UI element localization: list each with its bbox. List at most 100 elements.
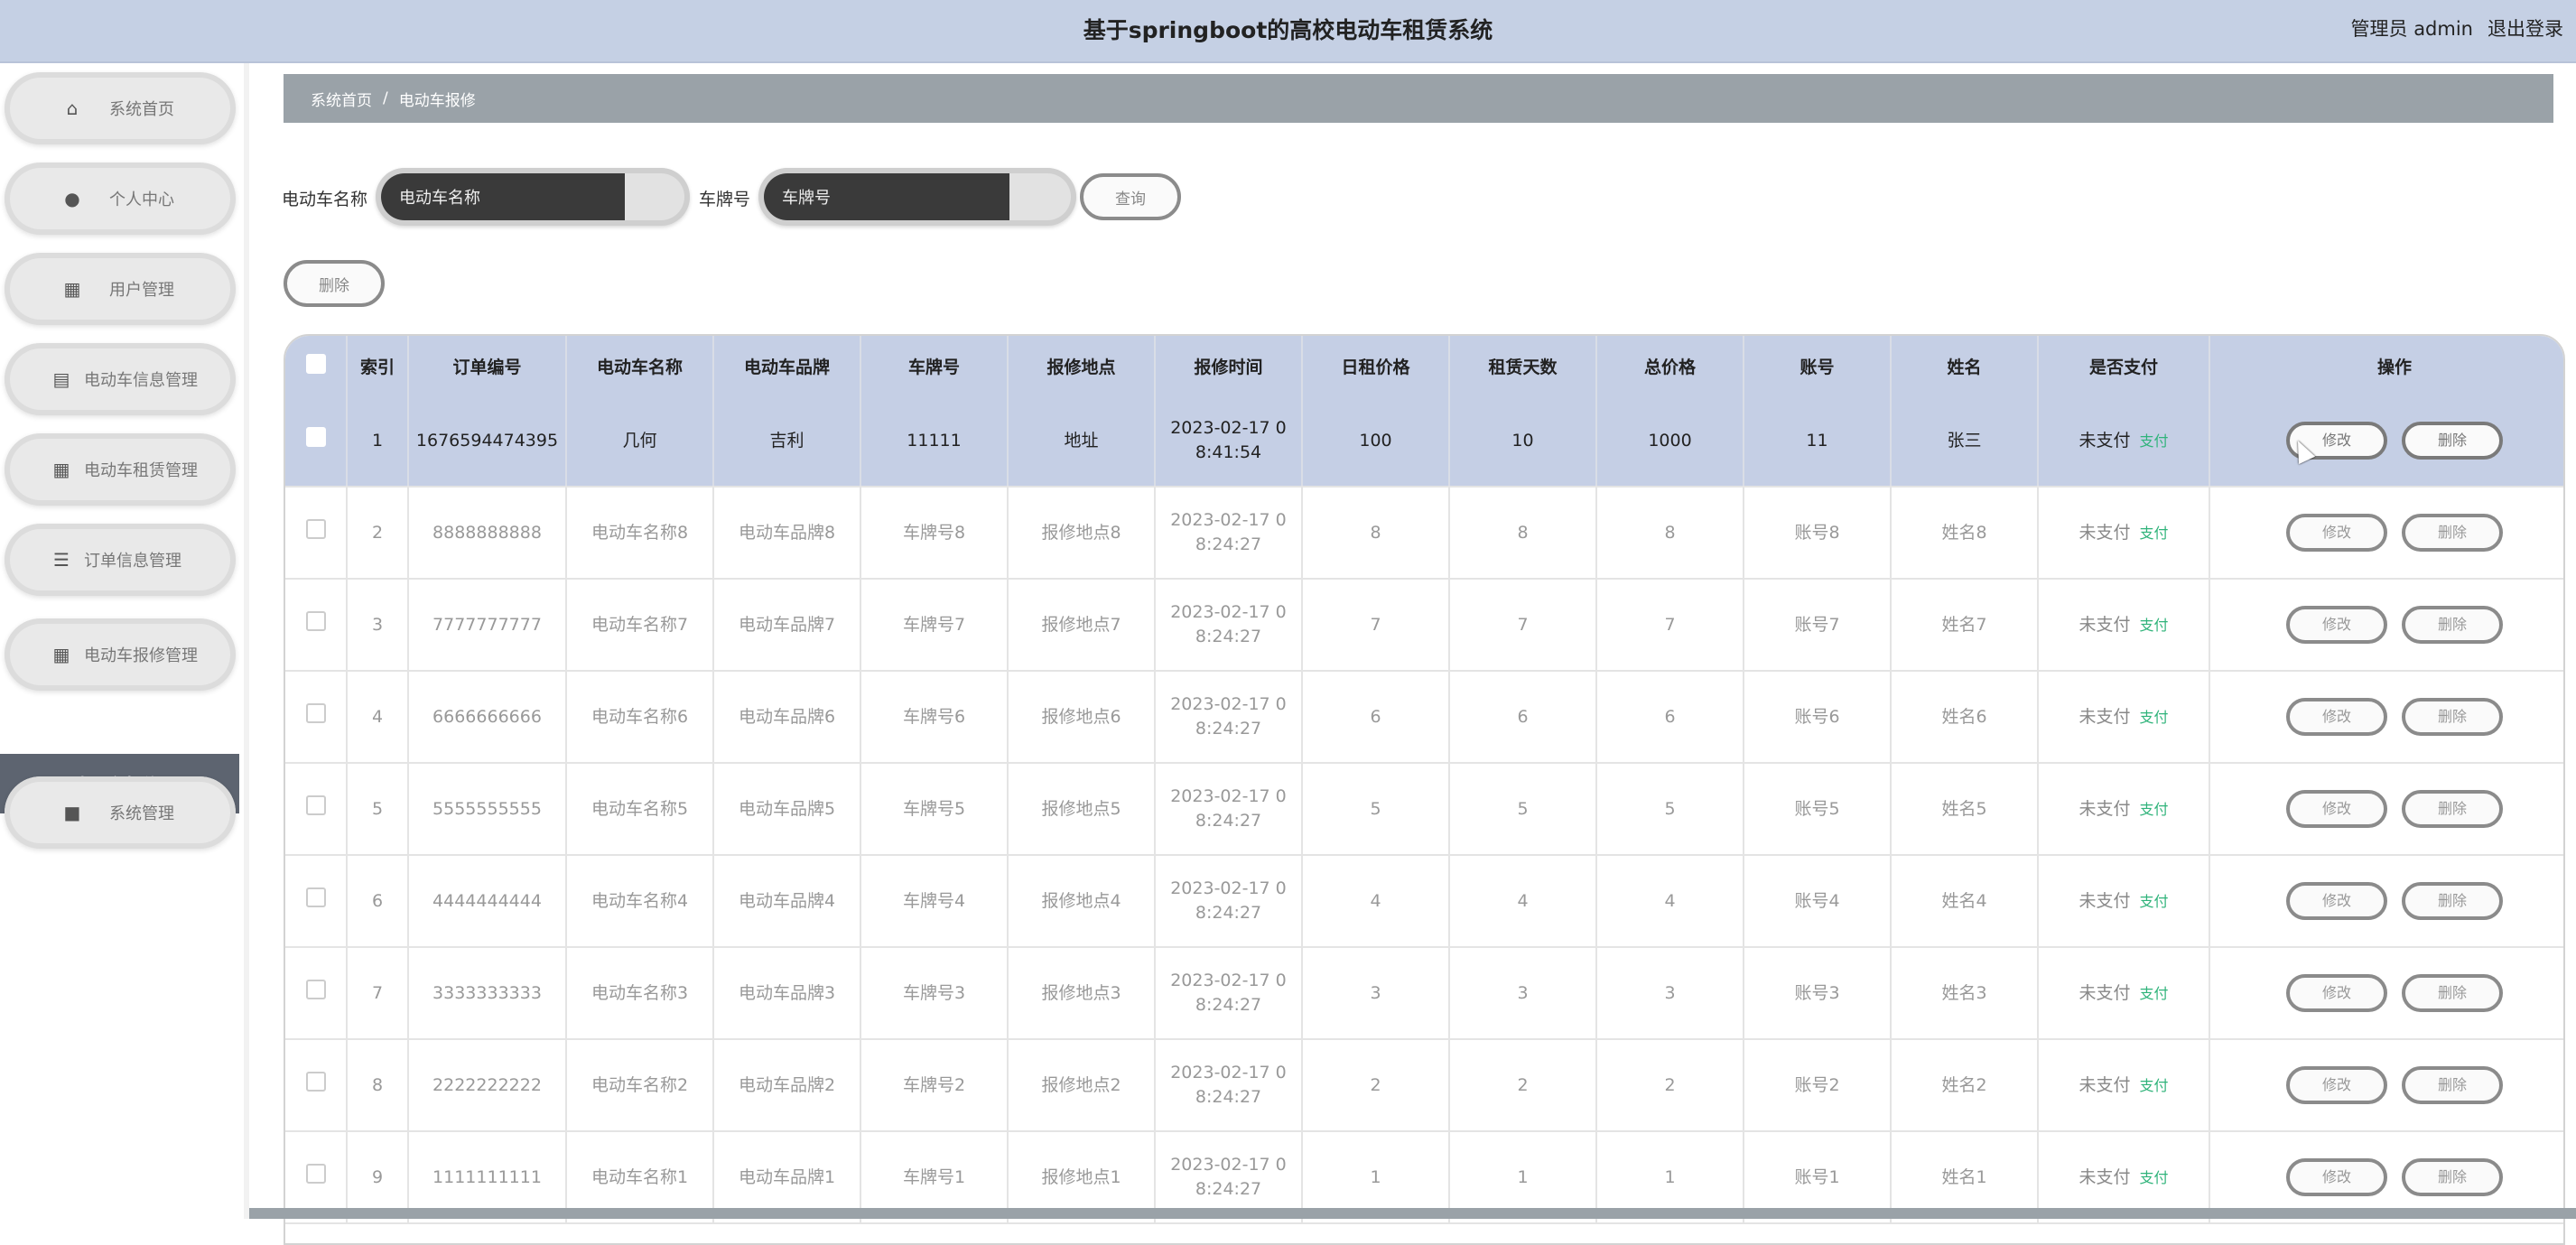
- app-title: 基于springboot的高校电动车租赁系统: [1083, 17, 1493, 43]
- edit-button[interactable]: 修改: [2286, 698, 2387, 736]
- table-row[interactable]: 1 1676594474395 几何 吉利 11111 地址 2023-02-17 0 8:4…: [285, 395, 2563, 488]
- delete-button[interactable]: 删除: [2402, 606, 2503, 644]
- edit-button[interactable]: 修改: [2286, 790, 2387, 828]
- cell-payment: 未支付 支付: [2038, 395, 2210, 488]
- cell-person: 姓名4: [1891, 855, 2039, 948]
- edit-button[interactable]: 修改: [2286, 514, 2387, 552]
- edit-button[interactable]: 修改: [2286, 1158, 2387, 1196]
- row-select-cell[interactable]: [285, 1039, 348, 1132]
- delete-button[interactable]: 删除: [2402, 698, 2503, 736]
- cell-repair-time: 2023-02-17 0 8:41:54: [1155, 395, 1303, 488]
- delete-button[interactable]: 删除: [2402, 882, 2503, 920]
- cell-actions: 修改 删除: [2209, 487, 2563, 580]
- select-all-cell[interactable]: [285, 336, 348, 395]
- row-select-cell[interactable]: [285, 947, 348, 1040]
- sidebar-item-system[interactable]: ■ 系统管理: [5, 776, 236, 849]
- sidebar-item-orders[interactable]: ☰ 订单信息管理: [5, 524, 236, 596]
- logout-link[interactable]: 退出登录: [2488, 14, 2563, 42]
- edit-button[interactable]: 修改: [2286, 1066, 2387, 1104]
- delete-button[interactable]: 删除: [2402, 790, 2503, 828]
- row-checkbox[interactable]: [305, 1164, 326, 1185]
- row-select-cell[interactable]: [285, 579, 348, 672]
- pay-link[interactable]: 支付: [2140, 432, 2169, 450]
- table-row[interactable]: 6 4444444444 电动车名称4 电动车品牌4 车牌号4 报修地点4 2023-02-…: [285, 855, 2563, 948]
- row-checkbox[interactable]: [305, 980, 326, 1000]
- cell-location: 报修地点6: [1008, 671, 1156, 764]
- breadcrumb-home[interactable]: 系统首页: [311, 88, 372, 110]
- row-select-cell[interactable]: [285, 671, 348, 764]
- sidebar-item-ev-info[interactable]: ▤ 电动车信息管理: [5, 343, 236, 415]
- row-checkbox[interactable]: [305, 1072, 326, 1092]
- delete-button[interactable]: 删除: [2402, 514, 2503, 552]
- table-row[interactable]: 2 8888888888 电动车名称8 电动车品牌8 车牌号8 报修地点8 2023-02-…: [285, 487, 2563, 580]
- sidebar-item-ev-repair[interactable]: ▦ 电动车报修管理: [5, 618, 236, 691]
- row-select-cell[interactable]: [285, 487, 348, 580]
- table-row[interactable]: 7 3333333333 电动车名称3 电动车品牌3 车牌号3 报修地点3 2023-02-…: [285, 947, 2563, 1040]
- row-checkbox[interactable]: [305, 611, 326, 632]
- bottom-scrollbar[interactable]: [249, 1208, 2576, 1219]
- cell-plate: 车牌号2: [860, 1039, 1009, 1132]
- sidebar-item-profile[interactable]: ● 个人中心: [5, 163, 236, 235]
- sidebar-item-home[interactable]: ⌂ 系统首页: [5, 72, 236, 144]
- cell-name: 电动车名称6: [566, 671, 714, 764]
- sidebar-item-label: 订单信息管理: [84, 552, 181, 571]
- delete-button[interactable]: 删除: [2402, 422, 2503, 460]
- row-checkbox[interactable]: [305, 795, 326, 816]
- pay-link[interactable]: 支付: [2140, 709, 2169, 726]
- cell-name: 电动车名称3: [566, 947, 714, 1040]
- pay-link[interactable]: 支付: [2140, 1169, 2169, 1186]
- edit-button[interactable]: 修改: [2286, 882, 2387, 920]
- plate-search-input[interactable]: 车牌号: [764, 173, 1009, 220]
- delete-button[interactable]: 删除: [2402, 974, 2503, 1012]
- row-select-cell[interactable]: [285, 855, 348, 948]
- cell-person: 张三: [1891, 395, 2039, 488]
- name-search-field[interactable]: 电动车名称: [376, 168, 690, 226]
- table-row[interactable]: 8 2222222222 电动车名称2 电动车品牌2 车牌号2 报修地点2 2023-02-…: [285, 1039, 2563, 1132]
- plate-search-field[interactable]: 车牌号: [758, 168, 1076, 226]
- time-line: 8:24:27: [1195, 1179, 1262, 1199]
- pay-link[interactable]: 支付: [2140, 985, 2169, 1002]
- cell-days: 7: [1449, 579, 1597, 672]
- cell-account: 账号4: [1744, 855, 1892, 948]
- row-checkbox[interactable]: [305, 887, 326, 908]
- batch-delete-button[interactable]: 删除: [284, 260, 385, 307]
- row-select-cell[interactable]: [285, 395, 348, 488]
- pay-link[interactable]: 支付: [2140, 617, 2169, 634]
- cell-plate: 11111: [860, 395, 1009, 488]
- sidebar-item-ev-rental[interactable]: ▦ 电动车租赁管理: [5, 433, 236, 506]
- edit-button[interactable]: 修改: [2286, 606, 2387, 644]
- table-header-row: 索引 订单编号 电动车名称 电动车品牌 车牌号 报修地点 报修时间 日租价格 租…: [285, 336, 2563, 395]
- cell-account: 账号3: [1744, 947, 1892, 1040]
- query-button[interactable]: 查询: [1080, 173, 1181, 220]
- pay-link[interactable]: 支付: [2140, 893, 2169, 910]
- cell-daily: 100: [1302, 395, 1450, 488]
- name-search-input[interactable]: 电动车名称: [381, 173, 625, 220]
- table-row[interactable]: 5 5555555555 电动车名称5 电动车品牌5 车牌号5 报修地点5 2023-02-…: [285, 763, 2563, 856]
- row-checkbox[interactable]: [305, 519, 326, 540]
- table-row[interactable]: 3 7777777777 电动车名称7 电动车品牌7 车牌号7 报修地点7 2023-02-…: [285, 579, 2563, 672]
- pay-link[interactable]: 支付: [2140, 801, 2169, 818]
- time-line: 2023-02-17 0: [1170, 510, 1287, 531]
- time-line: 8:24:27: [1195, 995, 1262, 1015]
- delete-button[interactable]: 删除: [2402, 1158, 2503, 1196]
- breadcrumb: 系统首页 / 电动车报修: [284, 74, 2553, 123]
- row-checkbox[interactable]: [305, 703, 326, 724]
- row-select-cell[interactable]: [285, 763, 348, 856]
- cell-location: 报修地点5: [1008, 763, 1156, 856]
- cell-index: 1: [347, 395, 409, 488]
- cell-plate: 车牌号3: [860, 947, 1009, 1040]
- pay-link[interactable]: 支付: [2140, 1077, 2169, 1094]
- cell-actions: 修改 删除: [2209, 1039, 2563, 1132]
- cell-person: 姓名2: [1891, 1039, 2039, 1132]
- payment-status: 未支付: [2078, 430, 2131, 451]
- cell-plate: 车牌号8: [860, 487, 1009, 580]
- edit-button[interactable]: 修改: [2286, 974, 2387, 1012]
- cell-order: 8888888888: [408, 487, 567, 580]
- select-all-checkbox[interactable]: [305, 353, 326, 374]
- table-row[interactable]: 4 6666666666 电动车名称6 电动车品牌6 车牌号6 报修地点6 2023-02-…: [285, 671, 2563, 764]
- pay-link[interactable]: 支付: [2140, 525, 2169, 542]
- row-checkbox[interactable]: [305, 427, 326, 448]
- delete-button[interactable]: 删除: [2402, 1066, 2503, 1104]
- column-header: 总价格: [1596, 336, 1744, 395]
- sidebar-item-users[interactable]: ▦ 用户管理: [5, 253, 236, 325]
